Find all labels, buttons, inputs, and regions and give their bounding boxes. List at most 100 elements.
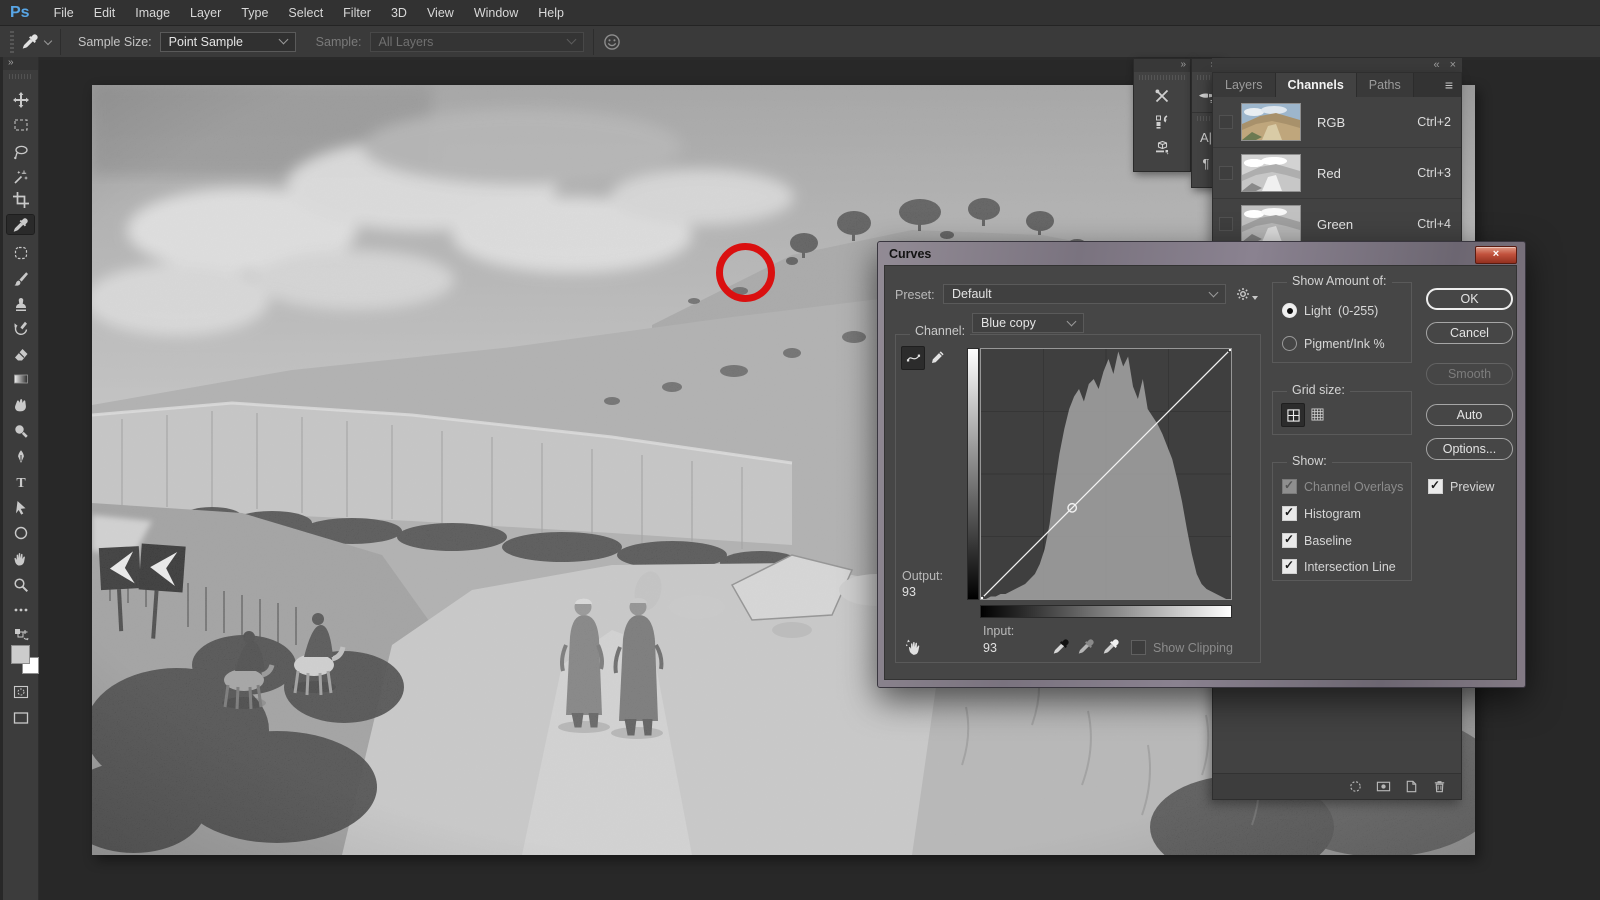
sampling-ring-icon[interactable] bbox=[603, 33, 621, 51]
preset-dropdown[interactable]: Default bbox=[943, 284, 1226, 304]
grid-fine-button[interactable] bbox=[1306, 403, 1328, 425]
menu-image[interactable]: Image bbox=[125, 2, 180, 24]
tool-brush[interactable] bbox=[11, 269, 30, 288]
radio-pigment-ink[interactable]: Pigment/Ink % bbox=[1282, 336, 1385, 351]
tool-pen[interactable] bbox=[11, 447, 30, 466]
tool-crop[interactable] bbox=[11, 190, 30, 209]
panel-grip[interactable] bbox=[1139, 75, 1185, 80]
menu-layer[interactable]: Layer bbox=[180, 2, 231, 24]
channel-row-rgb[interactable]: RGB Ctrl+2 bbox=[1213, 97, 1461, 148]
dialog-title: Curves bbox=[889, 247, 931, 261]
tool-magic-wand[interactable] bbox=[11, 167, 30, 186]
menu-window[interactable]: Window bbox=[464, 2, 528, 24]
tool-zoom[interactable] bbox=[11, 575, 30, 594]
preview-checkbox[interactable]: Preview bbox=[1428, 479, 1494, 494]
white-point-eyedropper[interactable] bbox=[1103, 638, 1120, 655]
channel-overlays-checkbox: Channel Overlays bbox=[1282, 479, 1403, 494]
sample-size-value: Point Sample bbox=[169, 35, 243, 49]
3d-panel-icon[interactable] bbox=[1134, 135, 1190, 161]
cancel-button[interactable]: Cancel bbox=[1426, 322, 1513, 344]
baseline-checkbox[interactable]: Baseline bbox=[1282, 533, 1352, 548]
channel-dropdown[interactable]: Blue copy bbox=[972, 313, 1084, 333]
chevron-down-icon bbox=[1067, 316, 1077, 326]
tool-eyedropper[interactable] bbox=[7, 215, 34, 234]
close-panel-button[interactable]: × bbox=[1450, 59, 1456, 71]
tool-type[interactable]: T bbox=[11, 472, 30, 491]
tool-history-brush[interactable] bbox=[11, 319, 30, 338]
ok-button[interactable]: OK bbox=[1426, 288, 1513, 310]
checkbox-label: Channel Overlays bbox=[1304, 480, 1403, 494]
histogram-checkbox[interactable]: Histogram bbox=[1282, 506, 1361, 521]
menu-type[interactable]: Type bbox=[231, 2, 278, 24]
tab-layers[interactable]: Layers bbox=[1213, 73, 1276, 97]
menu-select[interactable]: Select bbox=[278, 2, 333, 24]
tool-path-selection[interactable] bbox=[11, 498, 30, 517]
load-selection-icon[interactable] bbox=[1348, 779, 1363, 794]
tab-paths[interactable]: Paths bbox=[1357, 73, 1414, 97]
edit-points-mode-button[interactable] bbox=[901, 346, 925, 370]
tool-more-options[interactable] bbox=[11, 600, 30, 619]
preset-options-gear-icon[interactable] bbox=[1236, 287, 1258, 301]
sample-value: All Layers bbox=[379, 35, 434, 49]
menu-3d[interactable]: 3D bbox=[381, 2, 417, 24]
grid-coarse-button[interactable] bbox=[1281, 403, 1305, 427]
collapse-panels-button[interactable]: « bbox=[1433, 59, 1439, 71]
sample-size-dropdown[interactable]: Point Sample bbox=[160, 32, 296, 52]
foreground-color-swatch[interactable] bbox=[11, 645, 30, 664]
tool-spot-healing[interactable] bbox=[11, 243, 30, 262]
panel-menu-icon[interactable]: ≡ bbox=[1437, 73, 1461, 97]
black-point-eyedropper[interactable] bbox=[1053, 638, 1070, 655]
actions-panel-icon[interactable] bbox=[1134, 109, 1190, 135]
tool-eraser[interactable] bbox=[11, 345, 30, 364]
tool-hand[interactable] bbox=[11, 549, 30, 568]
radio-light[interactable]: Light (0-255) bbox=[1282, 303, 1378, 318]
tool-clone-stamp[interactable] bbox=[11, 294, 30, 313]
checkbox-box bbox=[1282, 506, 1297, 521]
curve-grid[interactable] bbox=[980, 348, 1232, 600]
grid-size-title: Grid size: bbox=[1287, 383, 1350, 397]
tool-lasso[interactable] bbox=[11, 142, 30, 161]
options-bar-grip[interactable] bbox=[10, 31, 14, 53]
intersection-line-checkbox[interactable]: Intersection Line bbox=[1282, 559, 1396, 574]
targeted-adjustment-tool-icon[interactable] bbox=[905, 637, 924, 656]
channel-row-red[interactable]: Red Ctrl+3 bbox=[1213, 148, 1461, 199]
channel-thumbnail bbox=[1241, 103, 1301, 141]
menu-filter[interactable]: Filter bbox=[333, 2, 381, 24]
gray-point-eyedropper[interactable] bbox=[1078, 638, 1095, 655]
swap-colors-icon[interactable] bbox=[11, 625, 30, 644]
tab-channels[interactable]: Channels bbox=[1276, 73, 1357, 97]
dialog-close-button[interactable]: × bbox=[1475, 246, 1517, 264]
tools-panel-collapse[interactable]: » bbox=[3, 57, 38, 70]
new-channel-icon[interactable] bbox=[1404, 779, 1419, 794]
draw-curve-pencil-button[interactable] bbox=[926, 346, 948, 368]
tools-panel-grip[interactable] bbox=[9, 74, 32, 79]
options-button[interactable]: Options... bbox=[1426, 438, 1513, 460]
visibility-toggle[interactable] bbox=[1219, 115, 1233, 129]
tool-presets-panel-icon[interactable] bbox=[1134, 83, 1190, 109]
delete-channel-icon[interactable] bbox=[1432, 779, 1447, 794]
app-logo: Ps bbox=[0, 4, 44, 22]
menu-view[interactable]: View bbox=[417, 2, 464, 24]
eyedropper-tool-icon[interactable] bbox=[22, 33, 39, 50]
tool-smudge[interactable] bbox=[11, 395, 30, 414]
menu-file[interactable]: File bbox=[44, 2, 84, 24]
auto-button[interactable]: Auto bbox=[1426, 404, 1513, 426]
show-clipping-checkbox[interactable]: Show Clipping bbox=[1131, 640, 1233, 655]
dialog-titlebar[interactable]: Curves bbox=[878, 242, 1525, 265]
menu-bar: Ps File Edit Image Layer Type Select Fil… bbox=[0, 0, 1600, 26]
menu-edit[interactable]: Edit bbox=[84, 2, 126, 24]
quick-mask-button[interactable] bbox=[11, 682, 30, 701]
tool-preset-chevron-icon[interactable] bbox=[44, 36, 52, 44]
tool-move[interactable] bbox=[11, 90, 30, 109]
visibility-toggle[interactable] bbox=[1219, 166, 1233, 180]
save-selection-icon[interactable] bbox=[1376, 779, 1391, 794]
panel-expand-button[interactable]: » bbox=[1134, 59, 1190, 72]
tool-marquee[interactable] bbox=[11, 115, 30, 134]
visibility-toggle[interactable] bbox=[1219, 217, 1233, 231]
channel-label: Channel: bbox=[915, 324, 965, 338]
menu-help[interactable]: Help bbox=[528, 2, 574, 24]
tool-dodge[interactable] bbox=[11, 421, 30, 440]
tool-gradient[interactable] bbox=[11, 369, 30, 388]
screen-mode-button[interactable] bbox=[11, 708, 30, 727]
tool-ellipse[interactable] bbox=[11, 523, 30, 542]
